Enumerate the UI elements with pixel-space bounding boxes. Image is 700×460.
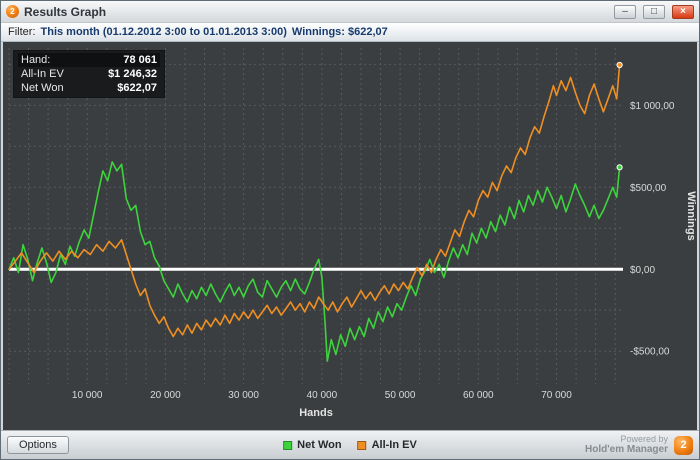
hm2-logo-icon: 2 — [674, 435, 693, 455]
x-tick-label: 50 000 — [385, 390, 416, 401]
filter-winnings: Winnings: $622,07 — [291, 26, 388, 38]
x-axis-title: Hands — [299, 407, 333, 419]
options-button[interactable]: Options — [7, 436, 69, 454]
stats-label: All-In EV — [21, 68, 64, 80]
bottom-bar: Options Net Won All-In EV Powered by Hold… — [1, 430, 699, 459]
series-end-marker-all-in-ev — [616, 61, 623, 69]
stats-box: Hand: 78 061 All-In EV $1 246,32 Net Won $622… — [13, 50, 165, 98]
powered-by-block: Powered by Hold'em Manager 2 — [585, 434, 693, 456]
filter-range[interactable]: This month (01.12.2012 3:00 to 01.01.201… — [41, 26, 287, 38]
window-title: Results Graph — [24, 4, 107, 19]
y-tick-label: $500,00 — [630, 183, 667, 194]
stats-value: 78 061 — [123, 54, 157, 66]
legend-swatch-icon — [283, 440, 293, 450]
legend-label: All-In EV — [371, 439, 417, 451]
series-end-marker-net-won — [616, 164, 623, 171]
results-graph-window: 2 Results Graph – □ × Filter: This month… — [0, 0, 700, 460]
stats-label: Net Won — [21, 82, 64, 94]
y-tick-label: $1 000,00 — [630, 101, 675, 112]
stats-row: Net Won $622,07 — [18, 81, 160, 95]
y-tick-label: $0,00 — [630, 265, 655, 276]
minimize-button[interactable]: – — [614, 4, 636, 19]
filter-label: Filter: — [8, 26, 36, 38]
title-bar: 2 Results Graph – □ × — [1, 1, 699, 23]
powered-by-text: Powered by — [620, 434, 668, 445]
results-chart: 10 000 20 000 30 000 40 000 50 000 60 000 70 0… — [8, 48, 697, 419]
x-tick-label: 70 000 — [541, 390, 572, 401]
x-tick-label: 20 000 — [150, 390, 181, 401]
filter-bar: Filter: This month (01.12.2012 3:00 to 0… — [1, 23, 699, 42]
y-axis-title: Winnings — [685, 191, 697, 240]
close-button[interactable]: × — [672, 4, 694, 19]
app-icon: 2 — [6, 5, 19, 18]
chart-legend: Net Won All-In EV — [283, 439, 417, 451]
chart-area: Hand: 78 061 All-In EV $1 246,32 Net Won $622… — [1, 42, 699, 430]
x-tick-label: 30 000 — [228, 390, 259, 401]
x-tick-label: 60 000 — [463, 390, 494, 401]
legend-label: Net Won — [297, 439, 342, 451]
x-tick-label: 40 000 — [307, 390, 338, 401]
x-tick-label: 10 000 — [72, 390, 103, 401]
stats-row: Hand: 78 061 — [18, 53, 160, 67]
maximize-button[interactable]: □ — [643, 4, 665, 19]
brand-text: Hold'em Manager — [585, 444, 668, 456]
stats-value: $622,07 — [117, 82, 157, 94]
series-line-net-won — [8, 161, 621, 362]
stats-value: $1 246,32 — [108, 68, 157, 80]
stats-row: All-In EV $1 246,32 — [18, 67, 160, 81]
legend-swatch-icon — [357, 440, 367, 450]
y-tick-label: -$500,00 — [630, 347, 670, 358]
stats-label: Hand: — [21, 54, 51, 66]
legend-item: All-In EV — [357, 439, 417, 451]
legend-item: Net Won — [283, 439, 342, 451]
